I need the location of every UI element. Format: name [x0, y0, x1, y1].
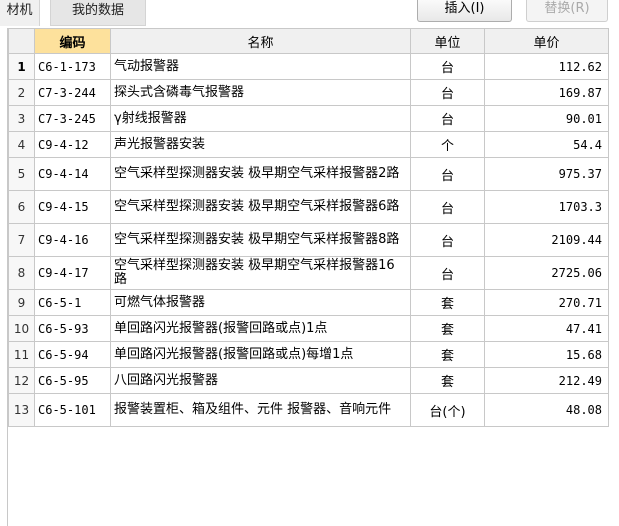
unit-cell[interactable]: 台	[410, 53, 485, 80]
quota-grid: 编码 名称 单位 单价 1 C6-1-173 气动报警器台 112.62 2 C7-3-2…	[7, 28, 609, 526]
table-row[interactable]: 3 C7-3-245 γ射线报警器台 90.01	[8, 105, 609, 132]
row-number-cell[interactable]: 6	[8, 190, 35, 224]
code-cell[interactable]: C7-3-245	[34, 105, 111, 132]
code-cell[interactable]: C9-4-12	[34, 131, 111, 158]
name-cell[interactable]: 报警装置柜、箱及组件、元件 报警器、音响元件	[110, 393, 411, 427]
code-cell[interactable]: C9-4-14	[34, 157, 111, 191]
code-cell[interactable]: C6-5-94	[34, 341, 111, 368]
unit-cell[interactable]: 台	[410, 105, 485, 132]
price-cell[interactable]: 212.49	[484, 367, 609, 394]
unit-cell[interactable]: 台	[410, 157, 485, 191]
price-cell[interactable]: 112.62	[484, 53, 609, 80]
table-row[interactable]: 10 C6-5-93 单回路闪光报警器(报警回路或点)1点套 47.41	[8, 315, 609, 342]
price-cell[interactable]: 47.41	[484, 315, 609, 342]
unit-column-header[interactable]: 单位	[410, 28, 485, 54]
price-cell[interactable]: 2725.06	[484, 256, 609, 290]
table-row[interactable]: 12 C6-5-95 八回路闪光报警器套 212.49	[8, 367, 609, 394]
table-row[interactable]: 2 C7-3-244 探头式含磷毒气报警器台 169.87	[8, 79, 609, 106]
price-cell[interactable]: 975.37	[484, 157, 609, 191]
insert-button[interactable]: 插入(I)	[417, 0, 512, 22]
price-column-header[interactable]: 单价	[484, 28, 609, 54]
name-cell[interactable]: 气动报警器	[110, 53, 411, 80]
unit-cell[interactable]: 台(个)	[410, 393, 485, 427]
row-number-cell[interactable]: 1	[8, 53, 35, 80]
code-cell[interactable]: C9-4-16	[34, 223, 111, 257]
unit-cell[interactable]: 个	[410, 131, 485, 158]
code-cell[interactable]: C9-4-15	[34, 190, 111, 224]
row-number-cell[interactable]: 13	[8, 393, 35, 427]
unit-cell[interactable]: 台	[410, 256, 485, 290]
code-column-header[interactable]: 编码	[34, 28, 111, 54]
table-row[interactable]: 13 C6-5-101 报警装置柜、箱及组件、元件 报警器、音响元件 台(个) 48.0…	[8, 393, 609, 427]
unit-cell[interactable]: 台	[410, 223, 485, 257]
table-row[interactable]: 8 C9-4-17 空气采样型探测器安装 极早期空气采样报警器16路台 2725.06	[8, 256, 609, 290]
price-cell[interactable]: 48.08	[484, 393, 609, 427]
code-cell[interactable]: C7-3-244	[34, 79, 111, 106]
table-row[interactable]: 4 C9-4-12 声光报警器安装个 54.4	[8, 131, 609, 158]
unit-cell[interactable]: 台	[410, 190, 485, 224]
row-number-cell[interactable]: 9	[8, 289, 35, 316]
name-cell[interactable]: 空气采样型探测器安装 极早期空气采样报警器6路	[110, 190, 411, 224]
row-number-cell[interactable]: 4	[8, 131, 35, 158]
quota-table: 编码 名称 单位 单价 1 C6-1-173 气动报警器台 112.62 2 C7-3-2…	[8, 28, 609, 427]
name-cell[interactable]: 八回路闪光报警器	[110, 367, 411, 394]
table-row[interactable]: 7 C9-4-16 空气采样型探测器安装 极早期空气采样报警器8路台 2109.44	[8, 223, 609, 257]
table-row[interactable]: 9 C6-5-1 可燃气体报警器套 270.71	[8, 289, 609, 316]
code-cell[interactable]: C9-4-17	[34, 256, 111, 290]
name-cell[interactable]: 单回路闪光报警器(报警回路或点)1点	[110, 315, 411, 342]
name-cell[interactable]: 探头式含磷毒气报警器	[110, 79, 411, 106]
name-cell[interactable]: 空气采样型探测器安装 极早期空气采样报警器16路	[110, 256, 411, 290]
name-cell[interactable]: 可燃气体报警器	[110, 289, 411, 316]
unit-cell[interactable]: 套	[410, 367, 485, 394]
price-cell[interactable]: 270.71	[484, 289, 609, 316]
row-number-cell[interactable]: 8	[8, 256, 35, 290]
unit-cell[interactable]: 套	[410, 289, 485, 316]
tab-materials[interactable]: 材机	[0, 0, 40, 26]
name-cell[interactable]: γ射线报警器	[110, 105, 411, 132]
unit-cell[interactable]: 台	[410, 79, 485, 106]
name-cell[interactable]: 声光报警器安装	[110, 131, 411, 158]
code-cell[interactable]: C6-5-93	[34, 315, 111, 342]
price-cell[interactable]: 169.87	[484, 79, 609, 106]
row-number-cell[interactable]: 10	[8, 315, 35, 342]
code-cell[interactable]: C6-5-1	[34, 289, 111, 316]
name-cell[interactable]: 空气采样型探测器安装 极早期空气采样报警器2路	[110, 157, 411, 191]
table-row[interactable]: 11 C6-5-94 单回路闪光报警器(报警回路或点)每增1点套 15.68	[8, 341, 609, 368]
table-row[interactable]: 1 C6-1-173 气动报警器台 112.62	[8, 53, 609, 80]
row-number-header	[8, 28, 35, 54]
code-cell[interactable]: C6-1-173	[34, 53, 111, 80]
name-cell[interactable]: 空气采样型探测器安装 极早期空气采样报警器8路	[110, 223, 411, 257]
row-number-cell[interactable]: 7	[8, 223, 35, 257]
price-cell[interactable]: 54.4	[484, 131, 609, 158]
unit-cell[interactable]: 套	[410, 315, 485, 342]
name-cell[interactable]: 单回路闪光报警器(报警回路或点)每增1点	[110, 341, 411, 368]
code-cell[interactable]: C6-5-95	[34, 367, 111, 394]
row-number-cell[interactable]: 5	[8, 157, 35, 191]
code-cell[interactable]: C6-5-101	[34, 393, 111, 427]
replace-button[interactable]: 替换(R)	[526, 0, 608, 22]
header-row: 编码 名称 单位 单价	[8, 28, 609, 54]
name-column-header[interactable]: 名称	[110, 28, 411, 54]
row-number-cell[interactable]: 12	[8, 367, 35, 394]
row-number-cell[interactable]: 3	[8, 105, 35, 132]
price-cell[interactable]: 90.01	[484, 105, 609, 132]
price-cell[interactable]: 2109.44	[484, 223, 609, 257]
row-number-cell[interactable]: 2	[8, 79, 35, 106]
table-row[interactable]: 5 C9-4-14 空气采样型探测器安装 极早期空气采样报警器2路台 975.37	[8, 157, 609, 191]
table-row[interactable]: 6 C9-4-15 空气采样型探测器安装 极早期空气采样报警器6路台 1703.3	[8, 190, 609, 224]
price-cell[interactable]: 15.68	[484, 341, 609, 368]
top-toolbar: 材机 我的数据 插入(I) 替换(R)	[0, 0, 619, 26]
unit-cell[interactable]: 套	[410, 341, 485, 368]
price-cell[interactable]: 1703.3	[484, 190, 609, 224]
grid-body: 1 C6-1-173 气动报警器台 112.62 2 C7-3-244 探头式含磷毒气报警器…	[8, 53, 609, 427]
tab-my-data[interactable]: 我的数据	[50, 0, 146, 26]
row-number-cell[interactable]: 11	[8, 341, 35, 368]
